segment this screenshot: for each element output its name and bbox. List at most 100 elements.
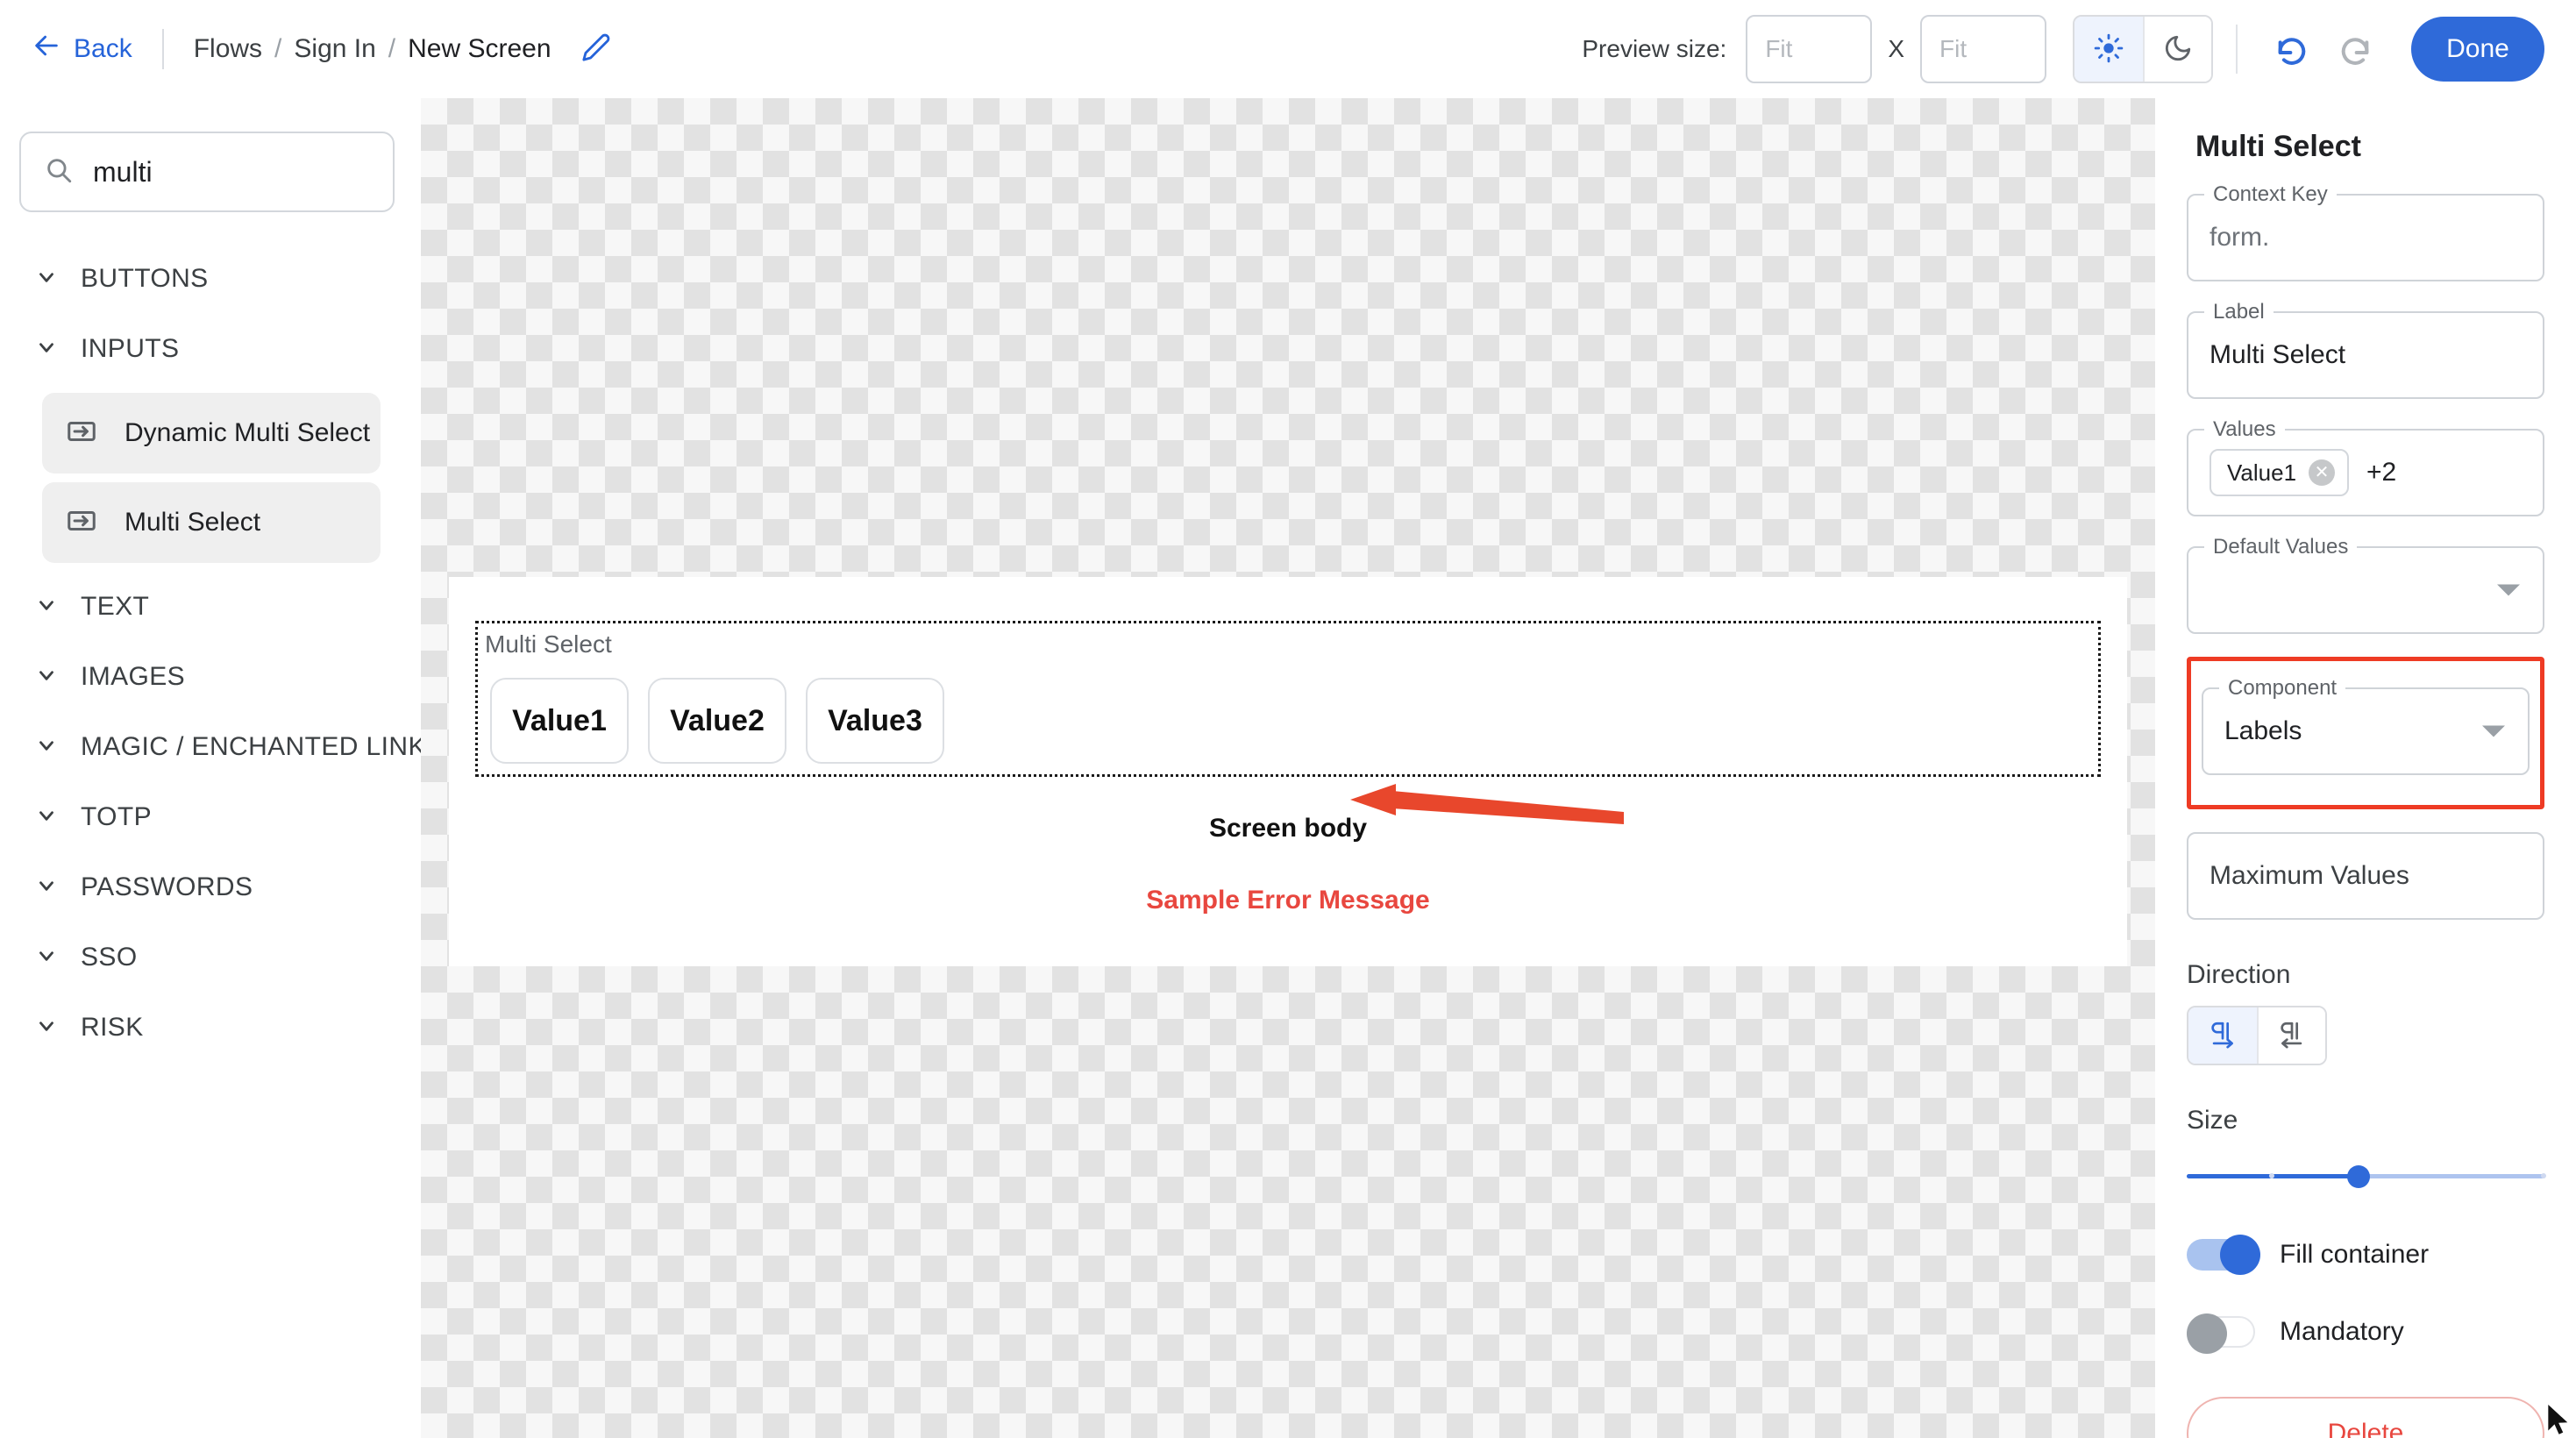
redo-button[interactable] xyxy=(2323,18,2387,81)
direction-ltr-button[interactable] xyxy=(2188,1007,2257,1064)
slider-thumb[interactable] xyxy=(2347,1165,2370,1188)
preview-width-input[interactable] xyxy=(1746,15,1872,83)
arrow-left-annotation xyxy=(1350,782,1640,848)
sidebar-group-buttons[interactable]: BUTTONS xyxy=(0,244,421,314)
breadcrumb-separator: / xyxy=(388,34,395,64)
sidebar-group-risk[interactable]: RISK xyxy=(0,993,421,1063)
direction-toggle-group xyxy=(2187,1006,2327,1065)
chevron-down-icon xyxy=(35,594,58,621)
top-toolbar: Back Flows / Sign In / New Screen Previe… xyxy=(0,0,2576,98)
values-chip[interactable]: Value1 ✕ xyxy=(2210,449,2349,496)
redo-icon xyxy=(2338,31,2373,68)
toggle-knob xyxy=(2187,1313,2227,1354)
breadcrumb-separator: / xyxy=(274,34,281,64)
input-field-icon xyxy=(65,504,98,542)
components-sidebar: BUTTONS INPUTS Dynamic Multi Select xyxy=(0,98,421,1438)
sidebar-item-label: Dynamic Multi Select xyxy=(125,418,370,448)
values-chip-label: Value1 xyxy=(2227,459,2296,487)
context-key-field[interactable]: Context Key form. xyxy=(2187,194,2544,281)
text-direction-ltr-icon xyxy=(2208,1020,2238,1052)
component-legend: Component xyxy=(2219,676,2345,701)
sidebar-group-label: SSO xyxy=(81,943,138,972)
fill-container-toggle[interactable] xyxy=(2187,1239,2255,1271)
sidebar-group-passwords[interactable]: PASSWORDS xyxy=(0,852,421,922)
values-field[interactable]: Values Value1 ✕ +2 xyxy=(2187,429,2544,516)
mouse-cursor xyxy=(2548,1405,2571,1438)
delete-button[interactable]: Delete xyxy=(2187,1397,2544,1438)
sidebar-group-label: TOTP xyxy=(81,802,152,832)
chevron-down-icon xyxy=(35,944,58,972)
close-circle-icon[interactable]: ✕ xyxy=(2309,459,2335,486)
sample-error-message: Sample Error Message xyxy=(449,886,2127,915)
fill-container-label: Fill container xyxy=(2280,1240,2429,1270)
light-mode-button[interactable] xyxy=(2074,17,2143,82)
arrow-left-icon xyxy=(32,31,61,68)
preview-size-label: Preview size: xyxy=(1582,35,1726,63)
sidebar-group-magic-enchanted-link[interactable]: MAGIC / ENCHANTED LINK xyxy=(0,712,421,782)
values-legend: Values xyxy=(2204,417,2285,442)
size-slider[interactable] xyxy=(2187,1158,2544,1193)
component-field[interactable]: Component Labels xyxy=(2202,687,2530,775)
sidebar-group-label: INPUTS xyxy=(81,334,179,364)
search-box[interactable] xyxy=(19,132,395,212)
screen-body-text: Screen body xyxy=(449,814,2127,844)
chevron-down-icon xyxy=(35,266,58,293)
default-values-field[interactable]: Default Values xyxy=(2187,546,2544,634)
chevron-down-icon xyxy=(35,734,58,761)
chevron-down-icon xyxy=(35,1014,58,1042)
chevron-down-icon[interactable] xyxy=(2497,585,2520,596)
sidebar-group-totp[interactable]: TOTP xyxy=(0,782,421,852)
fill-container-row: Fill container xyxy=(2187,1239,2544,1271)
sidebar-group-label: MAGIC / ENCHANTED LINK xyxy=(81,732,421,762)
component-group-list: BUTTONS INPUTS Dynamic Multi Select xyxy=(0,244,421,1063)
back-button[interactable]: Back xyxy=(32,31,132,68)
component-field-highlight: Component Labels xyxy=(2187,657,2544,809)
pencil-icon[interactable] xyxy=(581,32,611,67)
sidebar-group-sso[interactable]: SSO xyxy=(0,922,421,993)
maximum-values-placeholder: Maximum Values xyxy=(2210,861,2409,891)
multi-select-chip-list: Value1 Value2 Value3 xyxy=(490,678,944,764)
multi-select-chip[interactable]: Value1 xyxy=(490,678,629,764)
sidebar-group-label: RISK xyxy=(81,1013,144,1043)
multi-select-chip[interactable]: Value3 xyxy=(806,678,944,764)
direction-rtl-button[interactable] xyxy=(2257,1007,2325,1064)
breadcrumb-item-flows[interactable]: Flows xyxy=(194,34,262,64)
sidebar-group-inputs[interactable]: INPUTS xyxy=(0,314,421,384)
multi-select-component[interactable]: Multi Select Value1 Value2 Value3 xyxy=(475,621,2101,777)
breadcrumb-item-sign-in[interactable]: Sign In xyxy=(294,34,375,64)
moon-icon xyxy=(2163,33,2193,66)
mandatory-toggle[interactable] xyxy=(2187,1316,2255,1348)
search-input[interactable] xyxy=(93,156,370,189)
dark-mode-button[interactable] xyxy=(2143,17,2211,82)
context-key-legend: Context Key xyxy=(2204,182,2337,207)
slider-tick xyxy=(2541,1173,2546,1178)
chevron-down-icon xyxy=(35,664,58,691)
sidebar-item-label: Multi Select xyxy=(125,508,260,537)
component-value: Labels xyxy=(2224,716,2302,746)
done-button[interactable]: Done xyxy=(2411,17,2544,82)
preview-canvas[interactable]: Multi Select Value1 Value2 Value3 Screen… xyxy=(421,98,2155,1438)
sidebar-group-images[interactable]: IMAGES xyxy=(0,642,421,712)
sidebar-item-multi-select[interactable]: Multi Select xyxy=(42,482,381,563)
size-separator: X xyxy=(1888,35,1904,63)
chevron-down-icon xyxy=(35,336,58,363)
properties-panel: Multi Select Context Key form. Label Mul… xyxy=(2155,98,2576,1438)
breadcrumb-item-new-screen[interactable]: New Screen xyxy=(408,34,551,64)
maximum-values-field[interactable]: Maximum Values xyxy=(2187,832,2544,920)
breadcrumb: Flows / Sign In / New Screen xyxy=(194,34,551,64)
slider-tick xyxy=(2269,1173,2274,1178)
sidebar-group-text[interactable]: TEXT xyxy=(0,572,421,642)
toggle-knob xyxy=(2220,1235,2260,1275)
label-field[interactable]: Label Multi Select xyxy=(2187,311,2544,399)
sidebar-group-label: IMAGES xyxy=(81,662,185,692)
multi-select-chip[interactable]: Value2 xyxy=(648,678,786,764)
preview-height-input[interactable] xyxy=(1920,15,2046,83)
sidebar-item-dynamic-multi-select[interactable]: Dynamic Multi Select xyxy=(42,393,381,473)
undo-button[interactable] xyxy=(2260,18,2323,81)
theme-toggle-group xyxy=(2073,15,2213,83)
toolbar-right-group: Preview size: X xyxy=(1582,0,2544,98)
screen-preview-card: Multi Select Value1 Value2 Value3 Screen… xyxy=(449,577,2127,966)
label-value: Multi Select xyxy=(2210,340,2345,370)
chevron-down-icon[interactable] xyxy=(2482,726,2505,737)
default-values-legend: Default Values xyxy=(2204,535,2357,559)
